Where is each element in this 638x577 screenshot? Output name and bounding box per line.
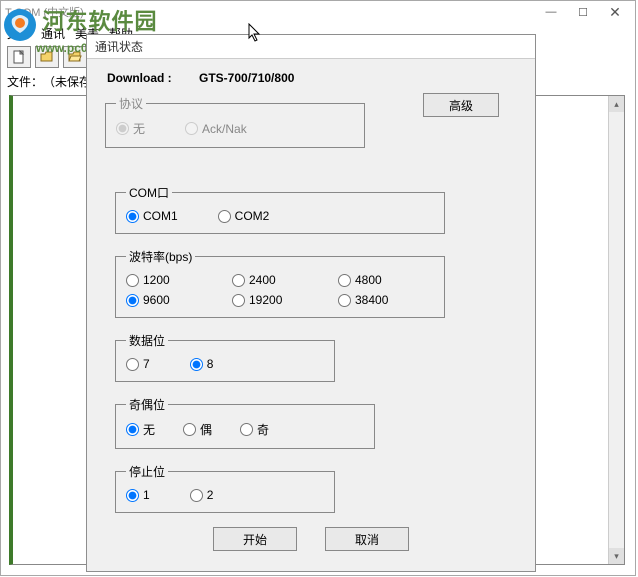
download-value: GTS-700/710/800 bbox=[199, 71, 294, 85]
databits-legend: 数据位 bbox=[126, 332, 168, 349]
parity-even-radio[interactable] bbox=[183, 423, 196, 436]
baud-19200[interactable]: 19200 bbox=[232, 293, 328, 307]
tool-new-button[interactable] bbox=[7, 46, 31, 68]
baud-38400-label: 38400 bbox=[355, 293, 388, 307]
scroll-up-button[interactable]: ▴ bbox=[609, 96, 624, 112]
com2-radio[interactable] bbox=[218, 210, 231, 223]
stopbits-group: 停止位 1 2 bbox=[115, 463, 335, 513]
stopbits-1[interactable]: 1 bbox=[126, 488, 150, 502]
new-file-icon bbox=[12, 50, 26, 64]
databits-8-radio[interactable] bbox=[190, 358, 203, 371]
parity-odd[interactable]: 奇 bbox=[240, 421, 269, 438]
protocol-none-label: 无 bbox=[133, 120, 145, 137]
download-line: Download : GTS-700/710/800 bbox=[107, 71, 517, 85]
open-folder-icon bbox=[40, 50, 54, 64]
stopbits-1-label: 1 bbox=[143, 488, 150, 502]
stopbits-1-radio[interactable] bbox=[126, 489, 139, 502]
baud-1200-label: 1200 bbox=[143, 273, 170, 287]
baud-2400[interactable]: 2400 bbox=[232, 273, 328, 287]
comm-dialog: 通讯状态 Download : GTS-700/710/800 协议 无 Ack… bbox=[86, 34, 536, 572]
tool-open-button[interactable] bbox=[35, 46, 59, 68]
com-group: COM口 COM1 COM2 bbox=[115, 184, 445, 234]
baud-1200[interactable]: 1200 bbox=[126, 273, 222, 287]
protocol-legend: 协议 bbox=[116, 95, 146, 112]
protocol-group: 协议 无 Ack/Nak bbox=[105, 95, 365, 148]
parity-legend: 奇偶位 bbox=[126, 396, 168, 413]
baud-38400[interactable]: 38400 bbox=[338, 293, 434, 307]
databits-8[interactable]: 8 bbox=[190, 357, 214, 371]
baud-2400-radio[interactable] bbox=[232, 274, 245, 287]
parity-none-radio[interactable] bbox=[126, 423, 139, 436]
menu-comm[interactable]: 通讯 bbox=[41, 25, 65, 42]
minimize-button[interactable]: — bbox=[535, 2, 567, 22]
baud-group: 波特率(bps) 1200 2400 4800 9600 19200 38400 bbox=[115, 248, 445, 318]
databits-7-label: 7 bbox=[143, 357, 150, 371]
protocol-acknak-radio bbox=[185, 122, 198, 135]
baud-4800[interactable]: 4800 bbox=[338, 273, 434, 287]
databits-7[interactable]: 7 bbox=[126, 357, 150, 371]
baud-9600-radio[interactable] bbox=[126, 294, 139, 307]
app-title: T-COM (中文版) bbox=[5, 4, 84, 20]
parity-none[interactable]: 无 bbox=[126, 421, 155, 438]
protocol-acknak: Ack/Nak bbox=[185, 120, 247, 137]
open-folder2-icon bbox=[68, 50, 82, 64]
com1-radio[interactable] bbox=[126, 210, 139, 223]
protocol-none-radio bbox=[116, 122, 129, 135]
menu-file[interactable]: 文件 bbox=[7, 25, 31, 42]
databits-7-radio[interactable] bbox=[126, 358, 139, 371]
tool-open2-button[interactable] bbox=[63, 46, 87, 68]
baud-4800-radio[interactable] bbox=[338, 274, 351, 287]
stopbits-2-radio[interactable] bbox=[190, 489, 203, 502]
parity-even-label: 偶 bbox=[200, 421, 212, 438]
parity-odd-radio[interactable] bbox=[240, 423, 253, 436]
baud-19200-radio[interactable] bbox=[232, 294, 245, 307]
baud-19200-label: 19200 bbox=[249, 293, 282, 307]
titlebar: T-COM (中文版) — ☐ ✕ bbox=[1, 1, 635, 23]
baud-38400-radio[interactable] bbox=[338, 294, 351, 307]
protocol-none: 无 bbox=[116, 120, 145, 137]
start-button[interactable]: 开始 bbox=[213, 527, 297, 551]
baud-2400-label: 2400 bbox=[249, 273, 276, 287]
com2-label: COM2 bbox=[235, 209, 270, 223]
file-label: 文件： bbox=[7, 73, 43, 90]
databits-group: 数据位 7 8 bbox=[115, 332, 335, 382]
close-button[interactable]: ✕ bbox=[599, 2, 631, 22]
stopbits-2-label: 2 bbox=[207, 488, 214, 502]
com2-option[interactable]: COM2 bbox=[218, 209, 270, 223]
stopbits-legend: 停止位 bbox=[126, 463, 168, 480]
scroll-down-button[interactable]: ▾ bbox=[609, 548, 624, 564]
baud-4800-label: 4800 bbox=[355, 273, 382, 287]
dialog-title: 通讯状态 bbox=[87, 35, 535, 59]
stopbits-2[interactable]: 2 bbox=[190, 488, 214, 502]
baud-9600[interactable]: 9600 bbox=[126, 293, 222, 307]
cancel-button[interactable]: 取消 bbox=[325, 527, 409, 551]
databits-8-label: 8 bbox=[207, 357, 214, 371]
parity-odd-label: 奇 bbox=[257, 421, 269, 438]
maximize-button[interactable]: ☐ bbox=[567, 2, 599, 22]
com1-label: COM1 bbox=[143, 209, 178, 223]
parity-group: 奇偶位 无 偶 奇 bbox=[115, 396, 375, 449]
com1-option[interactable]: COM1 bbox=[126, 209, 178, 223]
baud-1200-radio[interactable] bbox=[126, 274, 139, 287]
com-legend: COM口 bbox=[126, 184, 172, 201]
parity-even[interactable]: 偶 bbox=[183, 421, 212, 438]
download-label: Download : bbox=[107, 71, 172, 85]
baud-9600-label: 9600 bbox=[143, 293, 170, 307]
baud-legend: 波特率(bps) bbox=[126, 248, 195, 265]
parity-none-label: 无 bbox=[143, 421, 155, 438]
protocol-acknak-label: Ack/Nak bbox=[202, 122, 247, 136]
vertical-scrollbar[interactable]: ▴ ▾ bbox=[608, 96, 624, 564]
advanced-button[interactable]: 高级 bbox=[423, 93, 499, 117]
